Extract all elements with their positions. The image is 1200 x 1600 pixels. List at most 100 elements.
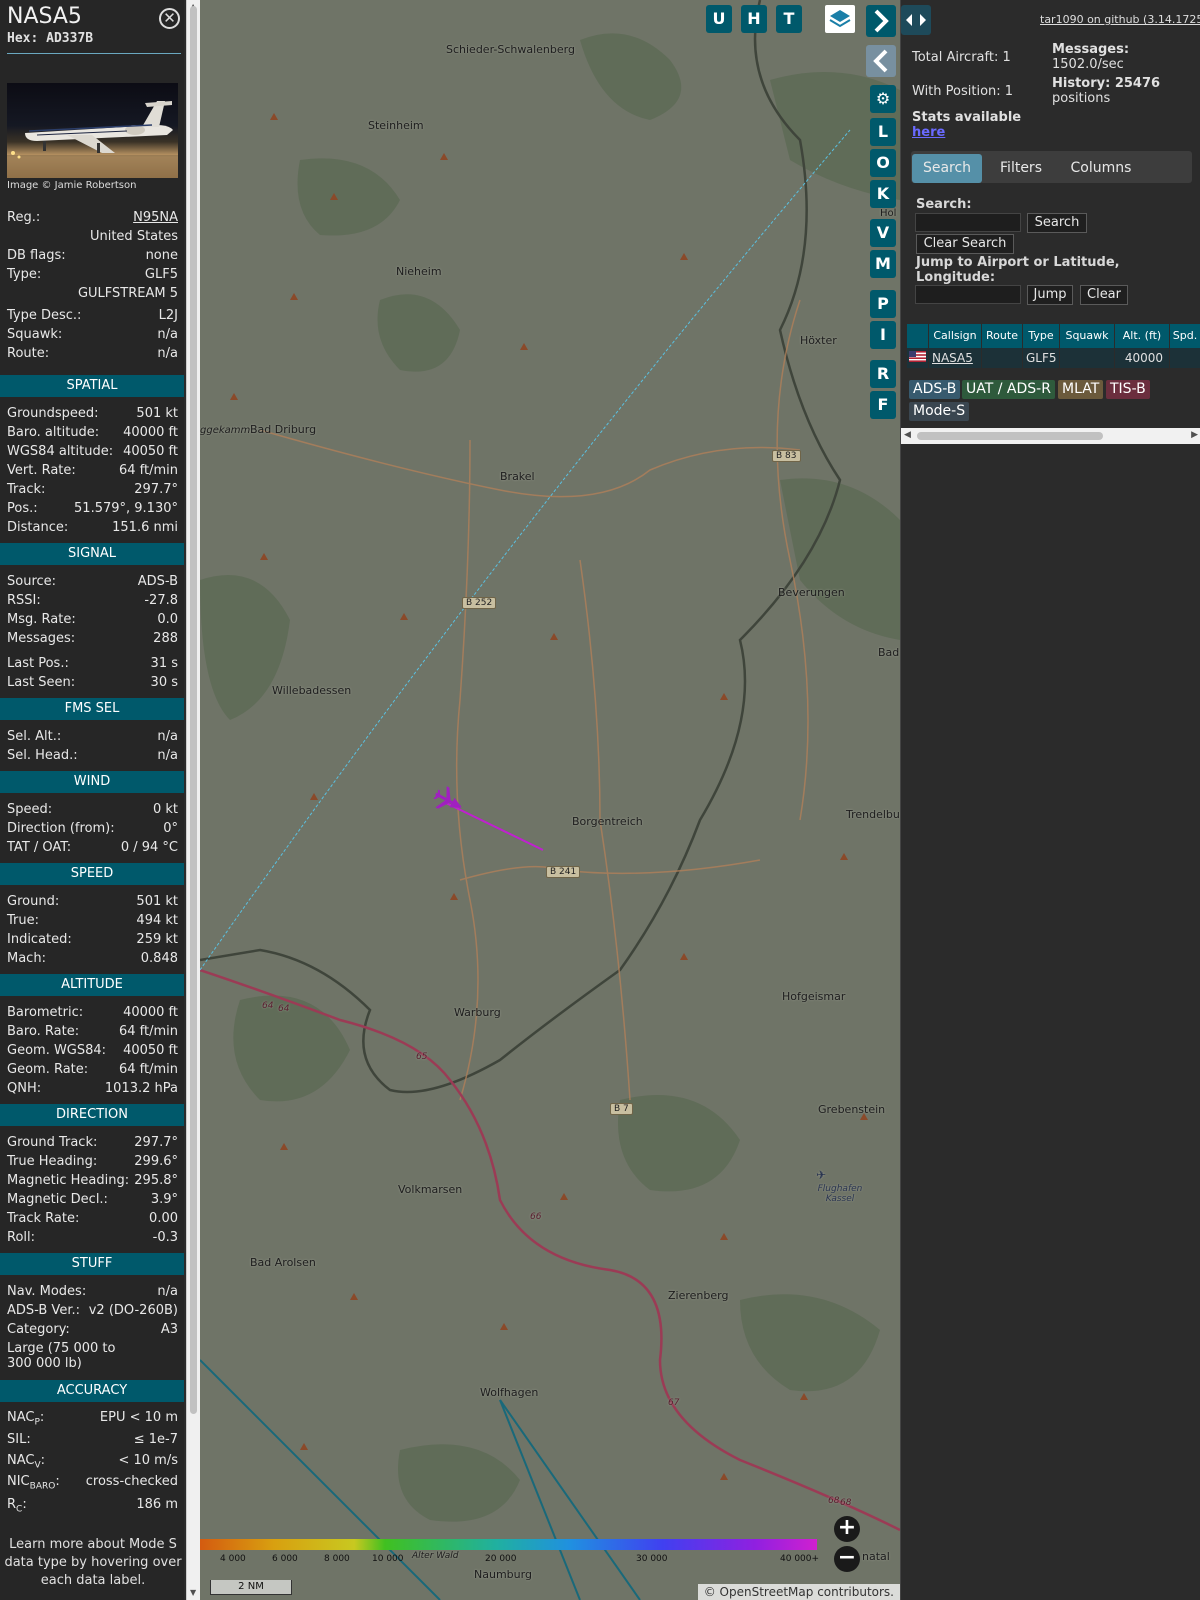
- column-header-type[interactable]: Type: [1023, 324, 1060, 348]
- info-row: RC: 186 m: [7, 1497, 178, 1515]
- section-header-altitude: ALTITUDE: [0, 974, 184, 996]
- table-horizontal-scrollbar[interactable]: ◀ ▶: [901, 428, 1200, 444]
- attribution-suffix: contributors.: [817, 1585, 894, 1599]
- clear-jump-button[interactable]: Clear: [1080, 285, 1128, 305]
- legend-mlat[interactable]: MLAT: [1058, 380, 1104, 399]
- info-value: cross-checked: [85, 1474, 178, 1489]
- aircraft-plane-icon[interactable]: [432, 786, 466, 816]
- info-row: Ground: 501 kt: [7, 894, 178, 909]
- legend-modes[interactable]: Mode-S: [909, 402, 970, 421]
- map-town-label: Beverungen: [778, 586, 845, 599]
- toggle-m-button[interactable]: M: [870, 250, 896, 278]
- road-shield: B 7: [610, 1103, 633, 1115]
- scroll-down-arrow-icon[interactable]: ▼: [190, 1588, 196, 1597]
- info-row: Mach: 0.848: [7, 951, 178, 966]
- tab-bar: Search Filters Columns: [911, 151, 1192, 183]
- info-value: 51.579°, 9.130°: [74, 501, 178, 516]
- expand-right-icon[interactable]: [866, 5, 896, 37]
- split-view-icon[interactable]: [901, 5, 931, 35]
- sidebar-scrollbar[interactable]: ▲ ▼: [186, 0, 200, 1600]
- zoom-in-icon[interactable]: +: [834, 1516, 860, 1542]
- info-row: Category: A3: [7, 1322, 178, 1337]
- toggle-f-button[interactable]: F: [870, 391, 896, 419]
- info-value: -0.3: [152, 1230, 178, 1245]
- info-value: United States: [89, 229, 178, 244]
- toggle-t-button[interactable]: T: [776, 5, 802, 33]
- stats-available: Stats available: [912, 110, 1022, 125]
- info-label: Last Pos.:: [7, 656, 69, 671]
- motorway-number: 64: [278, 1004, 290, 1014]
- column-header-altitude[interactable]: Alt. (ft): [1115, 324, 1170, 348]
- section-header-accuracy: ACCURACY: [0, 1380, 184, 1402]
- info-value: GULFSTREAM 5: [77, 286, 178, 301]
- info-value: n/a: [157, 327, 178, 342]
- column-header-callsign[interactable]: Callsign: [929, 324, 982, 348]
- scroll-right-arrow-icon[interactable]: ▶: [1191, 430, 1198, 440]
- info-row: Magnetic Heading: 295.8°: [7, 1173, 178, 1188]
- stats-here-link[interactable]: here: [912, 125, 945, 140]
- toggle-o-button[interactable]: O: [870, 149, 896, 177]
- info-label: Last Seen:: [7, 675, 76, 690]
- label-suffix: :: [40, 1453, 46, 1468]
- attribution-link[interactable]: OpenStreetMap: [720, 1585, 814, 1599]
- toggle-r-button[interactable]: R: [870, 360, 896, 388]
- info-value: 40050 ft: [123, 1043, 178, 1058]
- info-row: Msg. Rate: 0.0: [7, 612, 178, 627]
- column-header[interactable]: [907, 324, 929, 348]
- map-view[interactable]: Schieder-Schwalenberg Steinheim Nieheim …: [200, 0, 900, 1600]
- tab-search[interactable]: Search: [912, 154, 982, 183]
- info-label: Type Desc.:: [7, 308, 82, 323]
- info-row: Last Seen: 30 s: [7, 675, 178, 690]
- settings-gear-icon[interactable]: ⚙: [870, 85, 896, 113]
- close-icon[interactable]: ✕: [159, 8, 180, 29]
- legend-tisb[interactable]: TIS-B: [1106, 380, 1150, 399]
- info-row: Direction (from): 0°: [7, 821, 178, 836]
- toggle-h-button[interactable]: H: [741, 5, 767, 33]
- collapse-left-icon[interactable]: [866, 45, 896, 77]
- toggle-k-button[interactable]: K: [870, 180, 896, 208]
- scrollbar-thumb[interactable]: [190, 6, 197, 1414]
- jump-input[interactable]: [915, 285, 1021, 304]
- toggle-l-button[interactable]: L: [870, 118, 896, 146]
- info-value: none: [145, 248, 178, 263]
- info-row: NACP: EPU < 10 m: [7, 1410, 178, 1428]
- zoom-out-icon[interactable]: −: [834, 1546, 860, 1572]
- attribution-prefix: ©: [703, 1585, 716, 1599]
- row-callsign[interactable]: NASA5: [929, 348, 982, 368]
- info-row: QNH: 1013.2 hPa: [7, 1081, 178, 1096]
- tab-columns[interactable]: Columns: [1061, 154, 1141, 183]
- info-label: WGS84 altitude:: [7, 444, 114, 459]
- registration-link[interactable]: N95NA: [133, 210, 178, 225]
- tab-filters[interactable]: Filters: [986, 154, 1056, 183]
- info-label: Ground:: [7, 894, 60, 909]
- motorway-number: 67: [668, 1398, 680, 1408]
- map-town-label: natal: [862, 1550, 890, 1563]
- github-link[interactable]: tar1090 on github (3.14.1725): [1040, 13, 1200, 26]
- column-header-speed[interactable]: Spd.: [1170, 324, 1200, 348]
- learn-more-text: Learn more about Mode S data type by hov…: [4, 1537, 182, 1588]
- legend-uat[interactable]: UAT / ADS-R: [962, 380, 1055, 399]
- column-header-route[interactable]: Route: [982, 324, 1023, 348]
- jump-button[interactable]: Jump: [1027, 285, 1073, 305]
- legend-adsb[interactable]: ADS-B: [909, 380, 961, 399]
- aircraft-photo[interactable]: [7, 83, 178, 178]
- scrollbar-thumb[interactable]: [917, 432, 1103, 440]
- scroll-left-arrow-icon[interactable]: ◀: [904, 430, 911, 440]
- column-header-squawk[interactable]: Squawk: [1060, 324, 1115, 348]
- toggle-p-button[interactable]: P: [870, 290, 896, 318]
- info-row: Sel. Head.: n/a: [7, 748, 178, 763]
- aircraft-info-panel: NASA5 Hex: AD337B ✕ Image © Jamie Robert…: [0, 0, 184, 1600]
- table-row[interactable]: NASA5 GLF5 40000: [907, 348, 1200, 368]
- clear-search-button[interactable]: Clear Search: [916, 234, 1014, 254]
- search-button[interactable]: Search: [1027, 213, 1087, 233]
- info-value: 64 ft/min: [118, 463, 178, 478]
- toggle-i-button[interactable]: I: [870, 321, 896, 349]
- info-label: Squawk:: [7, 327, 63, 342]
- toggle-v-button[interactable]: V: [870, 219, 896, 247]
- info-value: 40000 ft: [123, 425, 178, 440]
- search-input[interactable]: [915, 213, 1021, 232]
- road-shield: B 252: [462, 597, 497, 609]
- toggle-u-button[interactable]: U: [706, 5, 732, 33]
- label-text: NIC: [7, 1474, 30, 1489]
- layers-icon[interactable]: [825, 5, 855, 33]
